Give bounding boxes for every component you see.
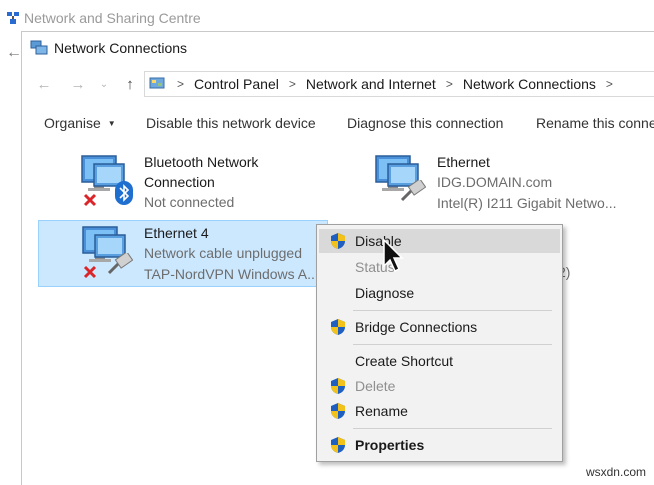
disconnected-x-icon <box>83 265 97 279</box>
disconnected-x-icon <box>83 193 97 207</box>
forward-arrow-icon[interactable]: → <box>68 74 88 94</box>
network-center-icon <box>7 12 19 24</box>
ethernet-cable-icon <box>400 180 426 202</box>
menu-item-create-shortcut[interactable]: Create Shortcut <box>319 349 560 373</box>
breadcrumb-separator-icon[interactable]: > <box>606 77 613 91</box>
breadcrumb-network-and-internet[interactable]: Network and Internet <box>306 76 436 92</box>
connection-name-line2: Connection <box>144 174 215 190</box>
window-title: Network Connections <box>54 40 188 56</box>
connection-name: Ethernet 4 <box>144 225 209 241</box>
mouse-cursor-icon <box>383 238 404 273</box>
connection-device: TAP-NordVPN Windows A... <box>144 266 319 282</box>
background-back-arrow-icon[interactable]: ← <box>6 44 22 62</box>
diagnose-connection-button[interactable]: Diagnose this connection <box>347 115 503 131</box>
organise-button[interactable]: Organise ▼ <box>44 115 116 131</box>
connection-name: Ethernet <box>437 154 490 170</box>
background-title-bar: Network and Sharing Centre <box>6 8 201 28</box>
recent-locations-chevron-icon[interactable]: ⌄ <box>94 74 114 94</box>
breadcrumb-separator-icon[interactable]: > <box>177 77 184 91</box>
title-bar: Network Connections <box>30 37 187 59</box>
address-bar[interactable]: > Control Panel > Network and Internet >… <box>144 71 654 97</box>
organise-label: Organise <box>44 115 101 131</box>
up-arrow-icon[interactable]: ↑ <box>120 74 140 94</box>
uac-shield-icon <box>331 233 345 249</box>
menu-item-delete[interactable]: Delete <box>319 374 560 398</box>
menu-item-bridge-connections[interactable]: Bridge Connections <box>319 315 560 339</box>
command-bar: Organise ▼ Disable this network device D… <box>22 109 654 139</box>
uac-shield-icon <box>331 403 345 419</box>
menu-item-label: Properties <box>355 437 425 453</box>
connection-item-bluetooth[interactable]: Bluetooth Network Connection Not connect… <box>80 150 330 216</box>
breadcrumb-control-panel[interactable]: Control Panel <box>194 76 279 92</box>
breadcrumb-separator-icon[interactable]: > <box>446 77 453 91</box>
ethernet-cable-icon <box>107 253 133 275</box>
uac-shield-icon <box>331 437 345 453</box>
back-arrow-icon[interactable]: ← <box>34 74 54 94</box>
menu-item-disable[interactable]: Disable <box>319 229 560 253</box>
connection-device: Intel(R) I211 Gigabit Netwo... <box>437 195 617 211</box>
menu-item-status[interactable]: Status <box>319 255 560 279</box>
network-connections-icon <box>30 40 48 55</box>
connection-item-ethernet-4[interactable]: Ethernet 4 Network cable unplugged TAP-N… <box>38 220 328 287</box>
connection-status: Not connected <box>144 194 235 210</box>
menu-item-diagnose[interactable]: Diagnose <box>319 281 560 305</box>
menu-separator <box>353 428 552 429</box>
connection-status: Network cable unplugged <box>144 245 302 261</box>
menu-item-label: Create Shortcut <box>355 353 454 369</box>
rename-connection-button[interactable]: Rename this conne <box>536 115 654 131</box>
context-menu: Disable Status Diagnose Bridge Connectio… <box>316 224 563 462</box>
connection-name: Bluetooth Network <box>144 154 259 170</box>
menu-separator <box>353 310 552 311</box>
uac-shield-icon <box>331 319 345 335</box>
breadcrumb-network-connections[interactable]: Network Connections <box>463 76 596 92</box>
menu-separator <box>353 344 552 345</box>
menu-item-properties[interactable]: Properties <box>319 433 560 457</box>
breadcrumb-separator-icon[interactable]: > <box>289 77 296 91</box>
control-panel-icon <box>149 77 165 89</box>
connection-status: IDG.DOMAIN.com <box>437 174 553 190</box>
uac-shield-icon <box>331 378 345 394</box>
menu-item-label: Bridge Connections <box>355 319 478 335</box>
menu-item-label: Diagnose <box>355 285 415 301</box>
connection-item-ethernet[interactable]: Ethernet IDG.DOMAIN.com Intel(R) I211 Gi… <box>374 150 634 216</box>
menu-item-label: Delete <box>355 378 396 394</box>
menu-item-rename[interactable]: Rename <box>319 399 560 423</box>
navigation-bar: ← → ⌄ ↑ > Control Panel > Network and In… <box>22 68 654 100</box>
bluetooth-icon <box>115 181 133 205</box>
watermark: wsxdn.com <box>585 465 646 479</box>
background-window-title: Network and Sharing Centre <box>24 10 201 26</box>
dropdown-arrow-icon: ▼ <box>107 119 116 128</box>
menu-item-label: Rename <box>355 403 408 419</box>
disable-device-button[interactable]: Disable this network device <box>146 115 316 131</box>
